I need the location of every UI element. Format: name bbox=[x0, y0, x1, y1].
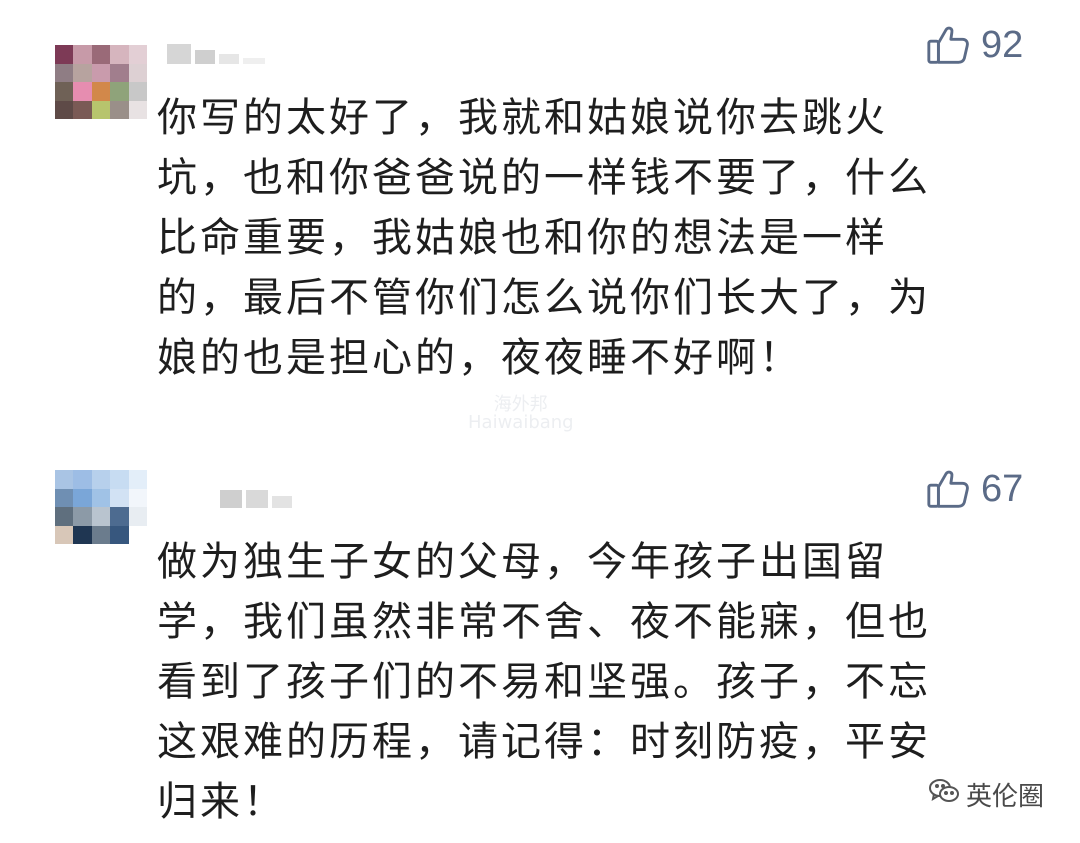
avatar-pixel bbox=[91, 100, 111, 119]
avatar-pixel bbox=[91, 45, 111, 64]
username-pixelated[interactable] bbox=[167, 44, 265, 64]
avatar-pixel bbox=[73, 470, 92, 489]
avatar-pixel bbox=[110, 488, 129, 507]
avatar-pixel bbox=[128, 488, 147, 507]
avatar-pixel bbox=[128, 45, 147, 64]
avatar-pixel bbox=[128, 63, 147, 82]
avatar-pixel bbox=[73, 100, 92, 119]
wechat-icon bbox=[928, 777, 960, 812]
avatar-pixel bbox=[128, 507, 147, 526]
avatar-pixel bbox=[55, 100, 74, 119]
avatar-pixel bbox=[110, 100, 129, 119]
avatar-pixel bbox=[55, 488, 74, 507]
avatar-pixel bbox=[55, 525, 74, 544]
avatar-pixel bbox=[91, 525, 111, 544]
like-count: 92 bbox=[981, 23, 1024, 66]
like-button[interactable]: 92 bbox=[925, 22, 1023, 68]
avatar-pixel bbox=[110, 470, 129, 489]
avatar[interactable] bbox=[55, 470, 147, 544]
avatar-pixel bbox=[128, 470, 147, 489]
username-pixelated[interactable] bbox=[220, 488, 292, 508]
avatar-pixel bbox=[55, 470, 74, 489]
avatar-pixel bbox=[91, 82, 111, 101]
avatar-pixel bbox=[128, 525, 147, 544]
brand-watermark: 英伦圈 bbox=[928, 776, 1044, 813]
avatar-pixel bbox=[128, 82, 147, 101]
avatar-pixel bbox=[110, 82, 129, 101]
avatar-pixel bbox=[73, 63, 92, 82]
like-button[interactable]: 67 bbox=[925, 466, 1023, 512]
avatar-pixel bbox=[91, 470, 111, 489]
avatar-pixel bbox=[91, 63, 111, 82]
avatar-pixel bbox=[73, 507, 92, 526]
watermark-line2: Haiwaibang bbox=[468, 412, 574, 433]
avatar-pixel bbox=[110, 507, 129, 526]
avatar-pixel bbox=[110, 45, 129, 64]
thumbs-up-icon bbox=[925, 466, 971, 512]
like-count: 67 bbox=[981, 467, 1024, 510]
watermark: 海外邦 Haiwaibang bbox=[468, 396, 574, 432]
avatar-pixel bbox=[91, 488, 111, 507]
avatar-pixel bbox=[55, 507, 74, 526]
avatar[interactable] bbox=[55, 45, 147, 119]
avatar-pixel bbox=[110, 63, 129, 82]
avatar-pixel bbox=[73, 45, 92, 64]
brand-name: 英伦圈 bbox=[965, 782, 1044, 812]
avatar-pixel bbox=[55, 63, 74, 82]
avatar-pixel bbox=[55, 82, 74, 101]
comment-text: 你写的太好了，我就和姑娘说你去跳火 坑，也和你爸爸说的一样钱不要了，什么 比命重… bbox=[157, 95, 931, 381]
avatar-pixel bbox=[73, 488, 92, 507]
avatar-pixel bbox=[73, 525, 92, 544]
avatar-pixel bbox=[55, 45, 74, 64]
comment-text: 做为独生子女的父母，今年孩子出国留 学，我们虽然非常不舍、夜不能寐，但也 看到了… bbox=[157, 539, 931, 825]
avatar-pixel bbox=[128, 100, 147, 119]
avatar-pixel bbox=[110, 525, 129, 544]
thumbs-up-icon bbox=[925, 22, 971, 68]
avatar-pixel bbox=[73, 82, 92, 101]
avatar-pixel bbox=[91, 507, 111, 526]
